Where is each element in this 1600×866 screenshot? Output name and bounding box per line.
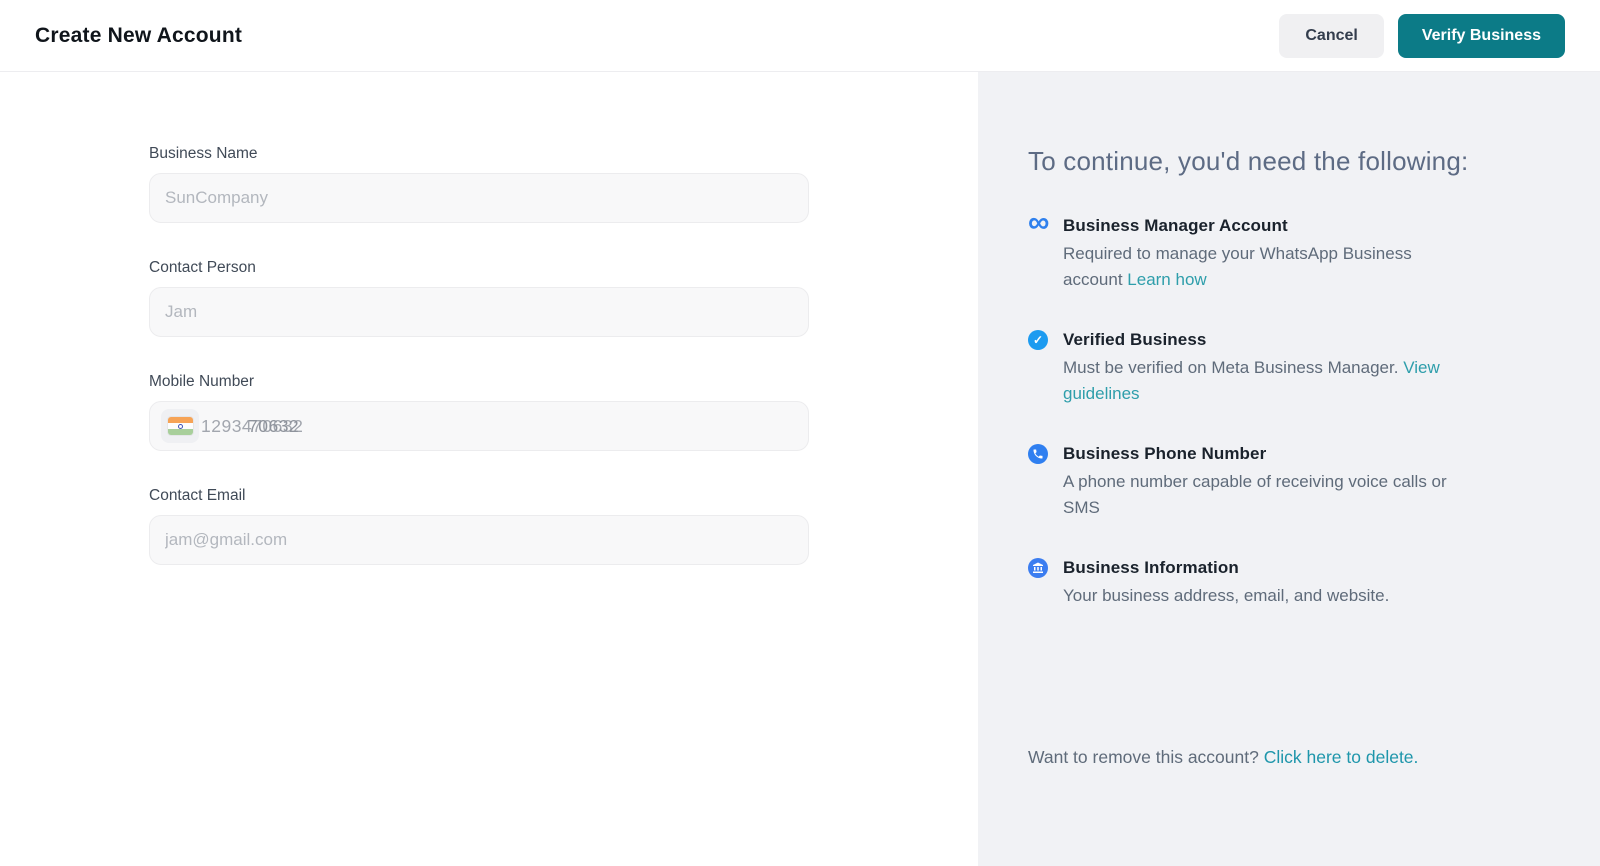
ashoka-chakra-icon [178,424,183,429]
page-header: Create New Account Cancel Verify Busines… [0,0,1600,72]
header-actions: Cancel Verify Business [1279,14,1565,58]
phone-icon [1028,444,1048,464]
mobile-number-group: Mobile Number 1293470632 70632 [149,373,809,451]
verify-business-button[interactable]: Verify Business [1398,14,1565,58]
mobile-number-value: 1293470632 70632 [201,416,303,437]
building-icon [1028,558,1048,578]
page-title: Create New Account [35,24,242,48]
learn-how-link[interactable]: Learn how [1127,270,1206,289]
contact-email-group: Contact Email [149,487,809,565]
remove-account-text: Want to remove this account? [1028,747,1259,767]
requirements-heading: To continue, you'd need the following: [1028,146,1540,177]
requirement-text: Business Information Your business addre… [1063,555,1389,609]
contact-person-input[interactable] [149,287,809,337]
requirement-business-information: Business Information Your business addre… [1028,555,1458,609]
india-flag-icon [168,417,193,435]
contact-person-label: Contact Person [149,259,809,277]
meta-logo-icon: ∞ [1028,216,1048,236]
contact-email-label: Contact Email [149,487,809,505]
main-content: Business Name Contact Person Mobile Numb… [0,72,1600,866]
business-name-group: Business Name [149,145,809,223]
country-selector[interactable] [161,409,199,443]
remove-account-row: Want to remove this account? Click here … [1028,747,1540,768]
mobile-number-label: Mobile Number [149,373,809,391]
account-form: Business Name Contact Person Mobile Numb… [0,72,809,565]
contact-email-input[interactable] [149,515,809,565]
account-form-column: Business Name Contact Person Mobile Numb… [0,72,978,866]
business-name-input[interactable] [149,173,809,223]
requirement-business-manager: ∞ Business Manager Account Required to m… [1028,213,1458,293]
requirement-text: Business Manager Account Required to man… [1063,213,1458,293]
verified-badge-icon: ✓ [1028,330,1048,350]
requirement-text: Business Phone Number A phone number cap… [1063,441,1458,521]
mobile-number-overlap-text: 70632 [248,416,299,437]
mobile-number-input[interactable]: 1293470632 70632 [149,401,809,451]
delete-account-link[interactable]: Click here to delete. [1264,747,1419,767]
requirement-phone-number: Business Phone Number A phone number cap… [1028,441,1458,521]
requirements-panel: To continue, you'd need the following: ∞… [978,72,1600,866]
requirement-text: Verified Business Must be verified on Me… [1063,327,1458,407]
business-name-label: Business Name [149,145,809,163]
cancel-button[interactable]: Cancel [1279,14,1383,58]
contact-person-group: Contact Person [149,259,809,337]
requirement-verified-business: ✓ Verified Business Must be verified on … [1028,327,1458,407]
